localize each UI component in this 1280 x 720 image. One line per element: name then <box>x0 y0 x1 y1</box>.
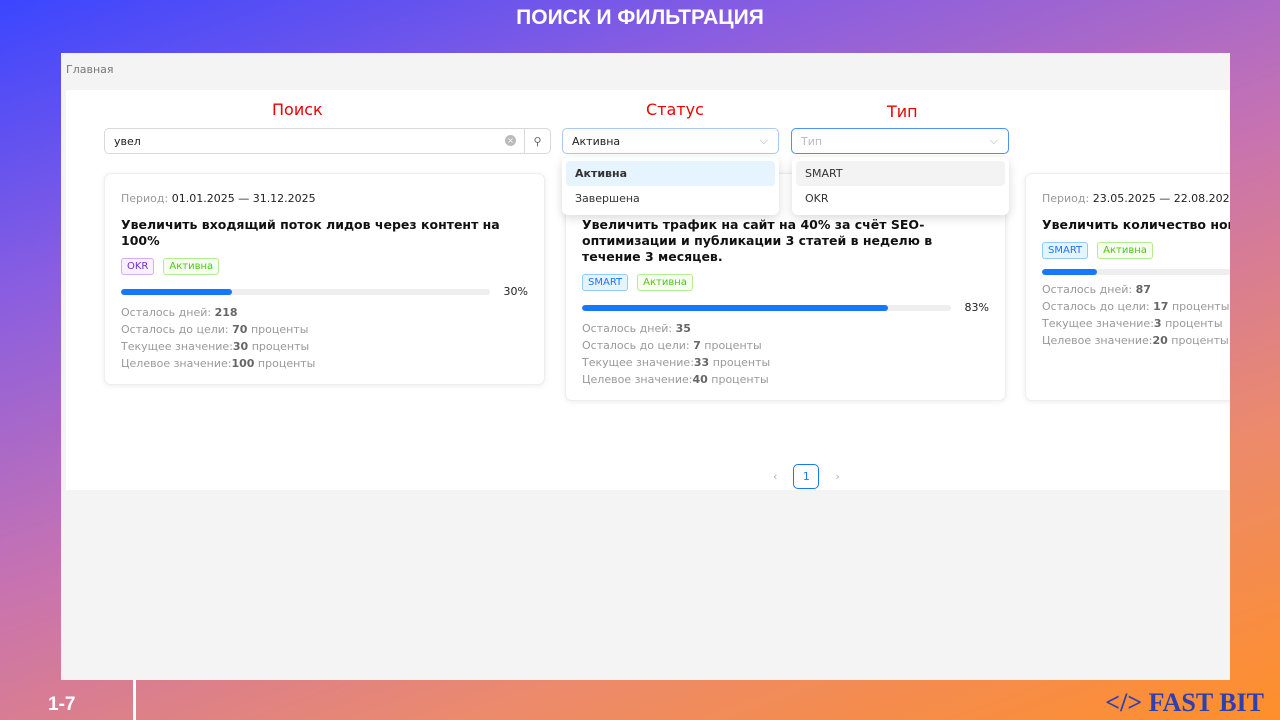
days-left: Осталось дней: 87 <box>1042 283 1151 296</box>
type-placeholder: Тип <box>801 134 823 148</box>
status-tag: Активна <box>637 274 693 291</box>
status-option[interactable]: Завершена <box>566 186 775 211</box>
goal-card[interactable]: Период: 01.01.2025 — 31.12.2025 Увеличит… <box>104 173 545 385</box>
current-value: Текущее значение:30 проценты <box>121 340 310 353</box>
period-label: Период: <box>1042 192 1090 205</box>
search-icon: ⚲ <box>533 134 542 148</box>
goal-card[interactable]: Период: 23.05.2025 — 22.08.2025 Увеличит… <box>1025 173 1230 401</box>
type-select[interactable]: Тип ⌵ <box>791 128 1009 154</box>
progress-fill <box>582 304 889 311</box>
status-tag: Активна <box>1097 242 1153 259</box>
days-left: Осталось дней: 35 <box>582 322 691 335</box>
clear-icon[interactable]: × <box>505 135 516 146</box>
app-screenshot: Главная Поиск Статус Тип увел × ⚲ Активн… <box>61 53 1230 680</box>
status-select[interactable]: Активна ⌵ <box>562 128 779 154</box>
target-value: Целевое значение:40 проценты <box>582 373 769 386</box>
chevron-down-icon: ⌵ <box>989 134 998 147</box>
slide-number: 1-7 <box>48 694 76 715</box>
search-button[interactable]: ⚲ <box>524 128 551 154</box>
search-value: увел <box>114 134 141 148</box>
type-tag: OKR <box>121 258 155 275</box>
period-value: 23.05.2025 — 22.08.2025 <box>1092 192 1230 205</box>
progress-fill <box>1042 269 1098 275</box>
next-page-button[interactable]: › <box>835 470 839 483</box>
slide-title: ПОИСК И ФИЛЬТРАЦИЯ <box>516 6 764 29</box>
card-title: Увеличить входящий поток лидов через кон… <box>121 217 500 248</box>
card-title: Увеличить трафик на сайт на 40% за счёт … <box>582 217 933 264</box>
status-dropdown: Активна Завершена <box>562 157 779 215</box>
period-label: Период: <box>121 192 169 205</box>
card-period: Период: 01.01.2025 — 31.12.2025 <box>121 192 528 205</box>
to-goal: Осталось до цели: 70 проценты <box>121 323 309 336</box>
search-label: Поиск <box>272 100 323 119</box>
progress-label: 30% <box>503 285 528 298</box>
chevron-down-icon: ⌵ <box>759 134 768 147</box>
prev-page-button[interactable]: ‹ <box>773 470 777 483</box>
current-value: Текущее значение:33 проценты <box>582 356 771 369</box>
card-period: Период: 23.05.2025 — 22.08.2025 <box>1042 192 1230 205</box>
current-value: Текущее значение:3 проценты <box>1042 317 1223 330</box>
main-content: Поиск Статус Тип увел × ⚲ Активна ⌵ Тип ⌵ … <box>66 90 1230 490</box>
progress-bar: 83% <box>582 301 989 314</box>
to-goal: Осталось до цели: 17 проценты <box>1042 300 1230 313</box>
status-option[interactable]: Активна <box>566 161 775 186</box>
breadcrumb[interactable]: Главная <box>66 63 114 76</box>
search-input[interactable]: увел × <box>104 128 525 154</box>
target-value: Целевое значение:20 проценты <box>1042 334 1229 347</box>
type-dropdown: SMART OKR <box>792 157 1009 215</box>
progress-bar <box>1042 269 1230 275</box>
status-label: Статус <box>646 100 704 119</box>
progress-label: 83% <box>964 301 989 314</box>
status-value: Активна <box>572 134 621 148</box>
type-tag: SMART <box>582 274 629 291</box>
type-option[interactable]: SMART <box>796 161 1005 186</box>
pagination: ‹ 1 › <box>773 464 840 489</box>
days-left: Осталось дней: 218 <box>121 306 238 319</box>
progress-bar: 30% <box>121 285 528 298</box>
period-value: 01.01.2025 — 31.12.2025 <box>171 192 316 205</box>
brand-logo: </> FAST BIT <box>1105 688 1264 717</box>
divider <box>133 680 136 720</box>
card-title: Увеличить количество новых через холодны… <box>1042 217 1230 232</box>
type-label: Тип <box>887 102 918 121</box>
target-value: Целевое значение:100 проценты <box>121 357 316 370</box>
type-tag: SMART <box>1042 242 1089 259</box>
status-tag: Активна <box>163 258 220 275</box>
to-goal: Осталось до цели: 7 проценты <box>582 339 762 352</box>
page-button[interactable]: 1 <box>793 464 820 489</box>
progress-fill <box>121 288 232 295</box>
type-option[interactable]: OKR <box>796 186 1005 211</box>
